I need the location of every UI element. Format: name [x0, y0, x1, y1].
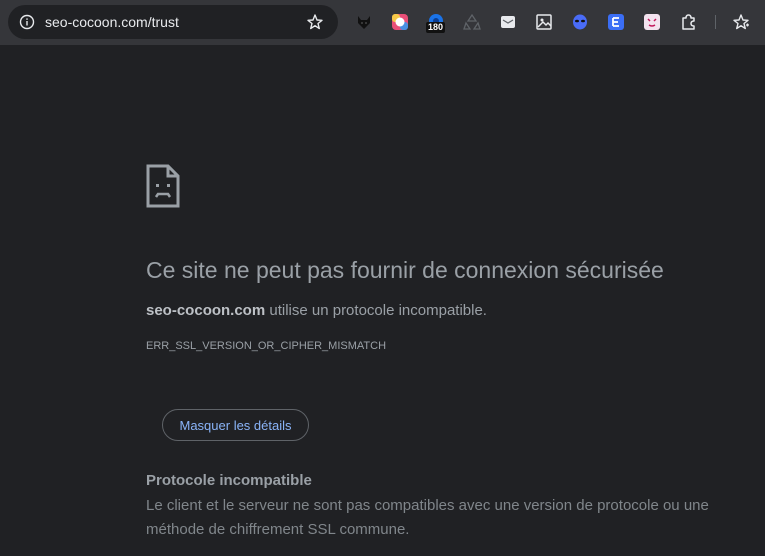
sad-document-icon [146, 164, 180, 208]
info-icon[interactable] [17, 12, 37, 32]
bookmarks-star-icon[interactable] [731, 12, 751, 32]
error-message-text: utilise un protocole incompatible. [265, 302, 487, 319]
address-bar[interactable]: seo-cocoon.com/trust [8, 5, 338, 39]
star-icon[interactable] [305, 12, 325, 32]
mail-extension-icon[interactable] [498, 12, 518, 32]
wolf-extension-icon[interactable] [354, 12, 374, 32]
url-text[interactable]: seo-cocoon.com/trust [45, 13, 179, 31]
error-message: seo-cocoon.com utilise un protocole inco… [146, 301, 487, 321]
puzzle-icon[interactable] [678, 12, 698, 32]
e-extension-icon[interactable] [606, 12, 626, 32]
color-ring-extension-icon[interactable] [390, 12, 410, 32]
error-page: Ce site ne peut pas fournir de connexion… [0, 45, 765, 556]
toolbar-separator [715, 15, 716, 29]
alien-extension-icon[interactable] [570, 12, 590, 32]
details-title: Protocole incompatible [146, 472, 312, 489]
browser-toolbar: seo-cocoon.com/trust 180 [0, 0, 765, 45]
counter-extension-icon[interactable]: 180 [426, 12, 446, 33]
error-title: Ce site ne peut pas fournir de connexion… [146, 257, 664, 283]
image-extension-icon[interactable] [534, 12, 554, 32]
extension-badge: 180 [426, 22, 446, 33]
recycle-extension-icon[interactable] [462, 12, 482, 32]
hide-details-button[interactable]: Masquer les détails [162, 409, 309, 441]
pink-face-extension-icon[interactable] [642, 12, 662, 32]
details-text: Le client et le serveur ne sont pas comp… [146, 497, 709, 538]
error-host: seo-cocoon.com [146, 302, 266, 319]
error-code: ERR_SSL_VERSION_OR_CIPHER_MISMATCH [146, 340, 387, 352]
